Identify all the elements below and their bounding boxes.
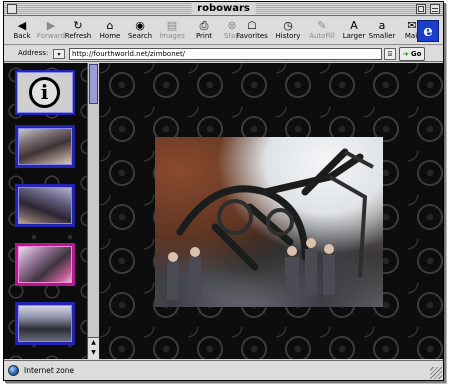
toolbar: ✉ Mail a Smaller A Larger ✎ AutoFill ◷ History ☖ Fa… — [4, 17, 443, 45]
smaller-button[interactable]: a Smaller — [366, 18, 398, 44]
resize-grip[interactable] — [430, 367, 442, 379]
scroll-arrows[interactable]: ▲ ▼ — [88, 337, 99, 359]
smaller-label: Smaller — [368, 32, 396, 40]
autofill-button[interactable]: ✎ AutoFill — [306, 18, 338, 44]
address-input[interactable]: http://fourthworld.net/zimbonet/ — [69, 48, 382, 60]
title-bar[interactable]: robowars — [4, 2, 443, 16]
address-dropdown-icon[interactable]: ▾ — [53, 49, 65, 59]
robot-silhouette — [167, 148, 374, 300]
scroll-up-icon[interactable]: ▲ — [88, 338, 99, 348]
search-icon: ◉ — [135, 19, 145, 32]
stop-icon: ⊗ — [227, 19, 237, 32]
forward-arrow-icon: ▶ — [46, 19, 56, 32]
print-button[interactable]: ⎙ Print — [188, 18, 220, 44]
autofill-label: AutoFill — [309, 32, 335, 40]
stop-label: Stop — [224, 32, 240, 40]
autofill-icon: ✎ — [317, 19, 327, 32]
thumbnail-robot-photo-1[interactable] — [15, 125, 75, 168]
home-label: Home — [99, 32, 121, 40]
larger-label: Larger — [342, 32, 366, 40]
page-content: i ▲ ▼ — [4, 63, 443, 359]
internet-zone-globe-icon — [8, 365, 19, 376]
thumbnail-robot-photo-4[interactable] — [15, 302, 75, 345]
window-title: robowars — [191, 3, 256, 14]
back-arrow-icon: ◀ — [17, 19, 27, 32]
back-label: Back — [13, 32, 31, 40]
page-holder-icon[interactable]: ⌸ — [384, 48, 396, 60]
main-frame — [100, 63, 443, 359]
home-button[interactable]: ⌂ Home — [94, 18, 126, 44]
address-label: Address: — [18, 49, 49, 57]
robot-main-photo — [155, 137, 383, 307]
browser-window: robowars ✉ Mail a Smaller A Larger ✎ AutoFill ◷ H… — [3, 1, 444, 381]
print-icon: ⎙ — [199, 19, 209, 32]
images-icon: ▤ — [166, 19, 178, 32]
info-icon: i — [29, 77, 60, 108]
thumbnail-robot-photo-2[interactable] — [15, 184, 75, 227]
images-button[interactable]: ▤ Images — [156, 18, 188, 44]
back-button[interactable]: ◀ Back — [6, 18, 38, 44]
close-box[interactable] — [7, 4, 17, 14]
search-button[interactable]: ◉ Search — [124, 18, 156, 44]
info-button[interactable]: i — [15, 70, 75, 115]
go-arrow-icon: ➜ — [402, 50, 409, 58]
zoom-box[interactable] — [416, 4, 426, 14]
history-label: History — [275, 32, 301, 40]
scrollbar-thumb[interactable] — [89, 64, 98, 104]
status-bar: Internet zone — [4, 360, 443, 380]
print-label: Print — [195, 32, 213, 40]
thumbnail-robot-photo-3[interactable] — [15, 243, 75, 286]
images-label: Images — [159, 32, 185, 40]
search-label: Search — [127, 32, 153, 40]
address-bar: Address: ▾ http://fourthworld.net/zimbon… — [4, 46, 443, 62]
stop-button[interactable]: ⊗ Stop — [216, 18, 248, 44]
security-zone-text: Internet zone — [24, 366, 75, 375]
scroll-down-icon[interactable]: ▼ — [88, 348, 99, 358]
internet-explorer-logo-icon[interactable]: e — [417, 20, 439, 42]
go-label: Go — [410, 50, 422, 58]
history-icon: ◷ — [283, 19, 293, 32]
larger-text-icon: A — [350, 19, 358, 32]
forward-label: Forward — [36, 32, 66, 40]
collapse-box[interactable] — [430, 4, 440, 14]
history-button[interactable]: ◷ History — [272, 18, 304, 44]
sidebar-scrollbar[interactable]: ▲ ▼ — [87, 63, 99, 359]
home-icon: ⌂ — [106, 19, 114, 32]
forward-button[interactable]: ▶ Forward — [35, 18, 67, 44]
smaller-text-icon: a — [378, 19, 386, 32]
go-button[interactable]: ➜ Go — [399, 47, 425, 61]
thumbnail-frame: i ▲ ▼ — [4, 63, 99, 359]
larger-button[interactable]: A Larger — [338, 18, 370, 44]
